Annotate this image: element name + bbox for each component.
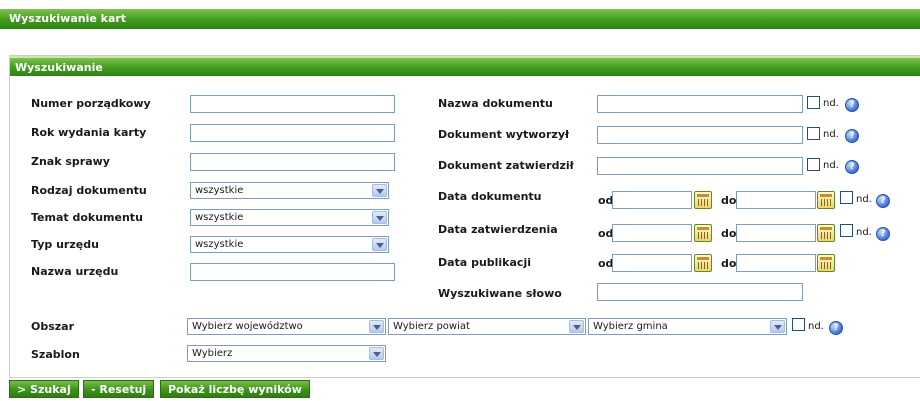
label-dokument-wytworzyl: Dokument wytworzył bbox=[438, 128, 570, 141]
obszar-nd-checkbox[interactable] bbox=[792, 318, 805, 331]
label-obszar: Obszar bbox=[31, 320, 75, 333]
chevron-down-icon[interactable] bbox=[372, 184, 387, 197]
help-icon[interactable]: ? bbox=[845, 129, 859, 143]
dokument-wytworzyl-nd-checkbox[interactable] bbox=[807, 127, 820, 140]
nd-label: nd. bbox=[856, 227, 872, 238]
label-typ-urzedu: Typ urzędu bbox=[31, 238, 99, 251]
data-dokumentu-to-input[interactable] bbox=[736, 191, 816, 209]
dokument-wytworzyl-input[interactable] bbox=[597, 126, 803, 144]
wojewodztwo-select[interactable]: Wybierz województwo bbox=[187, 318, 386, 335]
nd-label: nd. bbox=[823, 160, 839, 171]
calendar-icon[interactable] bbox=[817, 254, 835, 272]
label-nazwa-dokumentu: Nazwa dokumentu bbox=[438, 97, 553, 110]
range-to-label: do bbox=[721, 194, 737, 207]
nd-label: nd. bbox=[808, 321, 824, 332]
label-data-dokumentu: Data dokumentu bbox=[438, 190, 542, 203]
chevron-down-icon[interactable] bbox=[372, 238, 387, 251]
calendar-icon[interactable] bbox=[817, 224, 835, 242]
label-nazwa-urzedu: Nazwa urzędu bbox=[31, 265, 119, 278]
data-zatwierdzenia-nd-checkbox[interactable] bbox=[840, 224, 853, 237]
rodzaj-dokumentu-value: wszystkie bbox=[195, 185, 244, 196]
gmina-select[interactable]: Wybierz gmina bbox=[588, 318, 787, 335]
nazwa-dokumentu-nd-checkbox[interactable] bbox=[807, 96, 820, 109]
chevron-down-icon[interactable] bbox=[569, 320, 584, 333]
typ-urzedu-select[interactable]: wszystkie bbox=[190, 236, 389, 253]
label-rok-wydania: Rok wydania karty bbox=[31, 126, 147, 139]
label-dokument-zatwierdzil: Dokument zatwierdził bbox=[438, 159, 574, 172]
label-wyszukiwane-slowo: Wyszukiwane słowo bbox=[438, 287, 562, 300]
data-publikacji-from-input[interactable] bbox=[612, 254, 692, 272]
show-result-count-button[interactable]: Pokaż liczbę wyników bbox=[160, 380, 310, 398]
label-temat-dokumentu: Temat dokumentu bbox=[31, 211, 143, 224]
nd-label: nd. bbox=[856, 194, 872, 205]
chevron-down-icon[interactable] bbox=[369, 347, 384, 360]
range-to-label: do bbox=[721, 257, 737, 270]
wyszukiwane-slowo-input[interactable] bbox=[597, 283, 803, 301]
dokument-zatwierdzil-nd-checkbox[interactable] bbox=[807, 158, 820, 171]
chevron-down-icon[interactable] bbox=[372, 211, 387, 224]
search-button[interactable]: > Szukaj bbox=[9, 380, 79, 398]
label-szablon: Szablon bbox=[31, 348, 80, 361]
rodzaj-dokumentu-select[interactable]: wszystkie bbox=[190, 182, 389, 199]
page-header: Wyszukiwanie kart bbox=[0, 9, 920, 29]
help-icon[interactable]: ? bbox=[829, 321, 843, 335]
label-data-publikacji: Data publikacji bbox=[438, 256, 531, 269]
gmina-value: Wybierz gmina bbox=[593, 321, 668, 332]
help-icon[interactable]: ? bbox=[876, 194, 890, 208]
nazwa-dokumentu-input[interactable] bbox=[597, 95, 803, 113]
help-icon[interactable]: ? bbox=[845, 160, 859, 174]
wojewodztwo-value: Wybierz województwo bbox=[192, 321, 303, 332]
chevron-down-icon[interactable] bbox=[770, 320, 785, 333]
numer-porzadkowy-input[interactable] bbox=[190, 95, 395, 113]
nazwa-urzedu-input[interactable] bbox=[190, 263, 395, 281]
nd-label: nd. bbox=[823, 129, 839, 140]
help-icon[interactable]: ? bbox=[876, 227, 890, 241]
calendar-icon[interactable] bbox=[694, 191, 712, 209]
label-rodzaj-dokumentu: Rodzaj dokumentu bbox=[31, 184, 147, 197]
data-zatwierdzenia-from-input[interactable] bbox=[612, 224, 692, 242]
chevron-down-icon[interactable] bbox=[369, 320, 384, 333]
calendar-icon[interactable] bbox=[817, 191, 835, 209]
rok-wydania-input[interactable] bbox=[190, 124, 395, 142]
range-to-label: do bbox=[721, 227, 737, 240]
szablon-select[interactable]: Wybierz bbox=[187, 345, 386, 362]
help-icon[interactable]: ? bbox=[845, 98, 859, 112]
znak-sprawy-input[interactable] bbox=[190, 153, 395, 171]
label-data-zatwierdzenia: Data zatwierdzenia bbox=[438, 223, 558, 236]
nd-label: nd. bbox=[823, 98, 839, 109]
typ-urzedu-value: wszystkie bbox=[195, 239, 244, 250]
temat-dokumentu-value: wszystkie bbox=[195, 212, 244, 223]
powiat-select[interactable]: Wybierz powiat bbox=[388, 318, 586, 335]
reset-button[interactable]: - Resetuj bbox=[83, 380, 155, 398]
label-znak-sprawy: Znak sprawy bbox=[31, 155, 110, 168]
calendar-icon[interactable] bbox=[694, 254, 712, 272]
powiat-value: Wybierz powiat bbox=[393, 321, 470, 332]
data-zatwierdzenia-to-input[interactable] bbox=[736, 224, 816, 242]
data-dokumentu-nd-checkbox[interactable] bbox=[840, 191, 853, 204]
temat-dokumentu-select[interactable]: wszystkie bbox=[190, 209, 389, 226]
dokument-zatwierdzil-input[interactable] bbox=[597, 157, 803, 175]
data-publikacji-to-input[interactable] bbox=[736, 254, 816, 272]
calendar-icon[interactable] bbox=[694, 224, 712, 242]
data-dokumentu-from-input[interactable] bbox=[612, 191, 692, 209]
szablon-value: Wybierz bbox=[192, 348, 233, 359]
panel-title: Wyszukiwanie bbox=[10, 56, 920, 76]
label-numer-porzadkowy: Numer porządkowy bbox=[31, 97, 151, 110]
